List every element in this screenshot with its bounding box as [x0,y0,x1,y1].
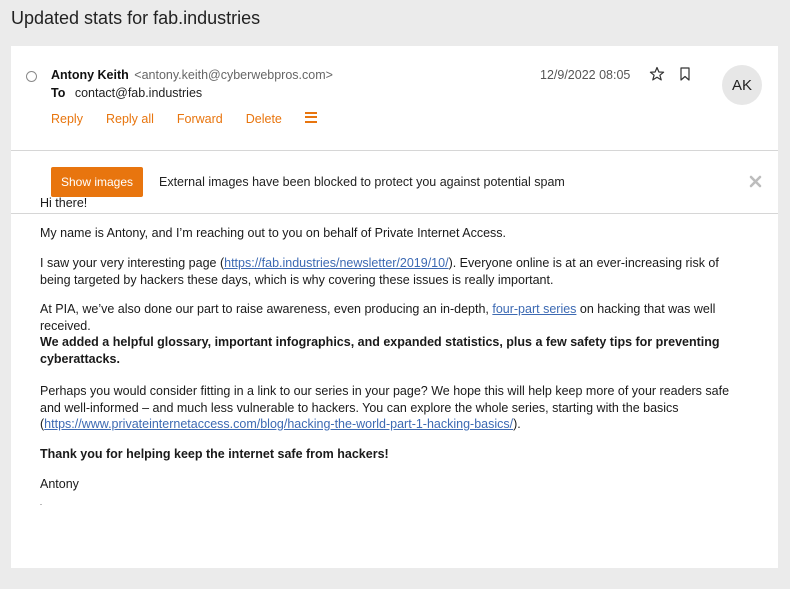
body-paragraph-4: Perhaps you would consider fitting in a … [40,383,750,433]
sender-name[interactable]: Antony Keith [51,68,129,82]
avatar: AK [722,65,762,105]
four-part-series-link[interactable]: four-part series [492,302,576,316]
message-date: 12/9/2022 08:05 [540,68,631,82]
body-paragraph-3: At PIA, we’ve also done our part to rais… [40,301,750,367]
signature: Antony [40,477,79,491]
hamburger-menu-icon[interactable] [304,111,317,123]
forward-button[interactable]: Forward [177,112,223,126]
greeting: Hi there! [40,196,88,210]
radio-circle-icon[interactable] [26,71,37,82]
p3-text-before: At PIA, we’ve also done our part to rais… [40,302,493,316]
p3-bold-text: We added a helpful glossary, important i… [40,335,720,366]
body-paragraph-1: My name is Antony, and I’m reaching out … [40,226,506,240]
hacking-basics-link[interactable]: https://www.privateinternetaccess.com/bl… [44,417,513,431]
p2-text-before: I saw your very interesting page ( [40,256,225,270]
message-actions: Reply Reply all Forward Delete [51,111,317,126]
show-images-button[interactable]: Show images [51,167,143,197]
to-label: To [51,86,66,100]
body-paragraph-5: Thank you for helping keep the internet … [40,447,389,461]
sender-email[interactable]: <antony.keith@cyberwebpros.com> [134,68,333,82]
recipient-email[interactable]: contact@fab.industries [75,86,202,100]
blocked-images-message: External images have been blocked to pro… [159,175,565,189]
star-outline-icon[interactable] [649,66,665,82]
p4-text-after: ). [513,417,521,431]
reply-all-button[interactable]: Reply all [106,112,154,126]
newsletter-link[interactable]: https://fab.industries/newsletter/2019/1… [224,256,448,270]
close-icon[interactable] [749,175,762,188]
subject-title: Updated stats for fab.industries [11,8,261,28]
body-paragraph-2: I saw your very interesting page (https:… [40,255,750,288]
to-line: To contact@fab.industries [51,86,202,100]
from-line: Antony Keith <antony.keith@cyberwebpros.… [51,68,333,82]
delete-button[interactable]: Delete [246,112,282,126]
divider-dot [40,504,42,505]
blocked-images-banner: Show images External images have been bl… [11,151,778,214]
bookmark-outline-icon[interactable] [677,66,693,82]
reply-button[interactable]: Reply [51,112,83,126]
message-header: Antony Keith <antony.keith@cyberwebpros.… [11,46,778,151]
